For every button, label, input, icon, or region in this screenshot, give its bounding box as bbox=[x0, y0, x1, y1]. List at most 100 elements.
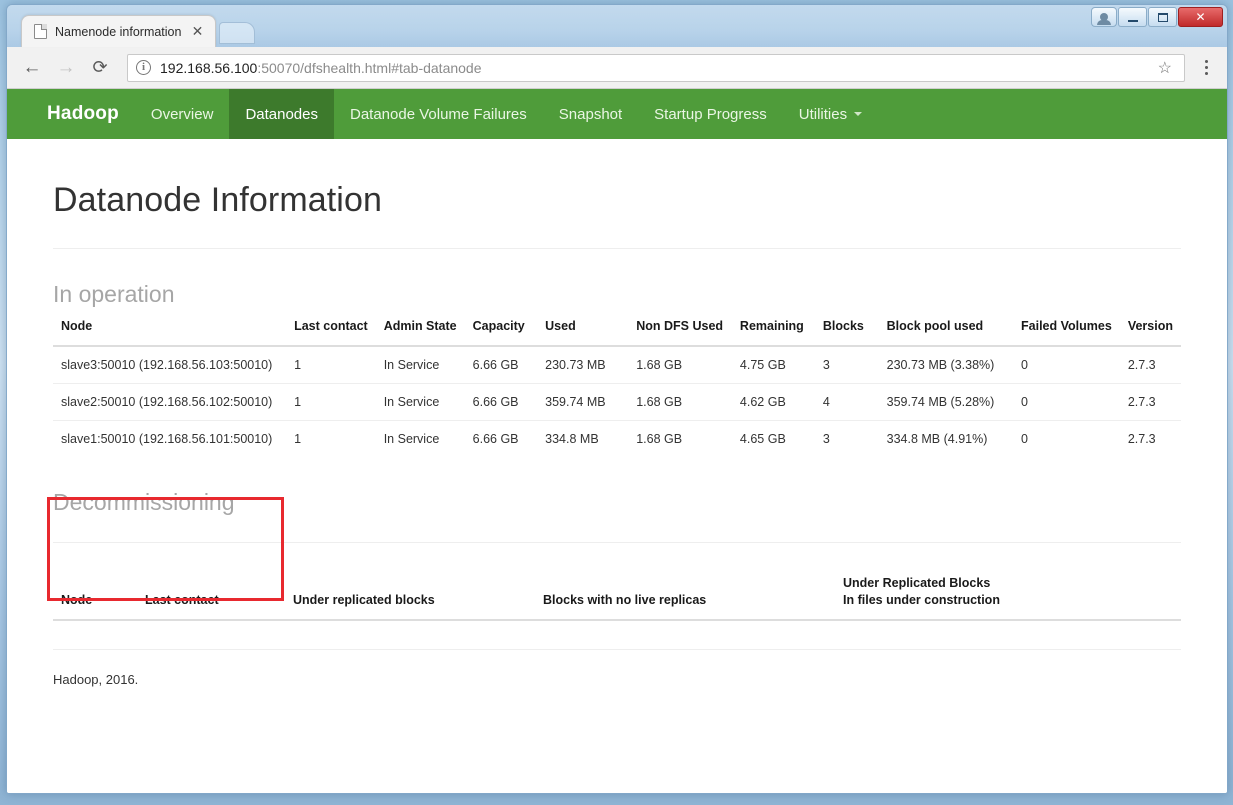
nav-item-datanodes[interactable]: Datanodes bbox=[229, 89, 334, 139]
cell-last-contact: 1 bbox=[286, 419, 376, 457]
footer-divider bbox=[53, 648, 1181, 650]
url-path: :50070/dfshealth.html#tab-datanode bbox=[257, 59, 482, 76]
nav-item-label: Datanode Volume Failures bbox=[350, 105, 527, 123]
page-footer: Hadoop, 2016. bbox=[53, 671, 139, 687]
chevron-down-icon bbox=[854, 112, 863, 116]
cell-last-contact: 1 bbox=[294, 357, 302, 372]
column-header-block-pool-used[interactable]: Block pool used bbox=[878, 308, 1014, 347]
site-info-icon[interactable]: i bbox=[136, 60, 151, 75]
browser-tab-namenode-information[interactable]: Namenode information ✕ bbox=[21, 15, 217, 47]
cell-used: 334.8 MB bbox=[537, 419, 629, 457]
cell-non-dfs-used: 1.68 GB bbox=[636, 357, 683, 372]
title-divider bbox=[53, 248, 1181, 249]
nav-item-label: Utilities bbox=[798, 105, 848, 123]
browser-window: Namenode information ✕ ✕ ← → ⟳ i 192.168… bbox=[6, 4, 1228, 794]
forward-button[interactable]: → bbox=[51, 53, 81, 83]
table-row[interactable]: slave1:50010 (192.168.56.101:50010) 1 In… bbox=[53, 419, 1181, 457]
nav-item-label: Overview bbox=[150, 105, 214, 123]
hadoop-navbar: Hadoop Overview Datanodes Datanode Volum… bbox=[7, 89, 1227, 139]
cell-blocks: 3 bbox=[822, 357, 830, 372]
cell-blocks: 3 bbox=[814, 419, 879, 457]
close-tab-icon[interactable]: ✕ bbox=[189, 23, 205, 40]
new-tab-button[interactable] bbox=[219, 22, 256, 44]
hadoop-brand[interactable]: Hadoop bbox=[43, 89, 135, 139]
column-header-node[interactable]: Node bbox=[53, 308, 287, 347]
cell-admin-state: In Service bbox=[375, 382, 465, 421]
column-header-line-1: Under Replicated Blocks bbox=[843, 575, 991, 590]
cell-remaining: 4.65 GB bbox=[731, 419, 815, 457]
section-title-decommissioning: Decommissioning bbox=[53, 488, 235, 515]
browser-toolbar: ← → ⟳ i 192.168.56.100:50070/dfshealth.h… bbox=[7, 47, 1227, 89]
maximize-button[interactable] bbox=[1148, 7, 1177, 27]
cell-used: 359.74 MB bbox=[537, 382, 629, 421]
user-account-button[interactable] bbox=[1091, 7, 1117, 27]
cell-remaining: 4.62 GB bbox=[731, 382, 815, 421]
nav-item-datanode-volume-failures[interactable]: Datanode Volume Failures bbox=[334, 89, 543, 139]
cell-version: 2.7.3 bbox=[1119, 382, 1181, 421]
cell-node[interactable]: slave1:50010 (192.168.56.101:50010) bbox=[53, 419, 287, 457]
column-header-last-contact[interactable]: Last contact bbox=[137, 564, 285, 621]
nav-item-snapshot[interactable]: Snapshot bbox=[543, 89, 638, 139]
bookmark-star-icon[interactable]: ☆ bbox=[1158, 58, 1176, 78]
window-controls: ✕ bbox=[1091, 7, 1223, 27]
cell-node[interactable]: slave3:50010 (192.168.56.103:50010) bbox=[53, 346, 286, 384]
column-header-blocks-with-no-live-replicas[interactable]: Blocks with no live replicas bbox=[535, 564, 835, 621]
column-header-non-dfs-used[interactable]: Non DFS Used bbox=[628, 308, 732, 347]
cell-capacity: 6.66 GB bbox=[472, 357, 519, 372]
page-title: Datanode Information bbox=[53, 181, 382, 219]
nav-item-overview[interactable]: Overview bbox=[135, 89, 230, 139]
maximize-icon bbox=[1157, 12, 1168, 22]
column-header-capacity[interactable]: Capacity bbox=[464, 308, 538, 347]
nav-item-utilities[interactable]: Utilities bbox=[783, 89, 878, 139]
minimize-icon bbox=[1127, 19, 1138, 22]
cell-capacity: 6.66 GB bbox=[464, 419, 538, 457]
table-row[interactable]: slave3:50010 (192.168.56.103:50010) 1 In… bbox=[53, 346, 1181, 384]
kebab-menu-icon[interactable] bbox=[1195, 60, 1217, 75]
table-header-row: Node Last contact Under replicated block… bbox=[53, 564, 1181, 621]
close-window-button[interactable]: ✕ bbox=[1178, 7, 1223, 27]
in-operation-table: Node Last contact Admin State Capacity U… bbox=[53, 308, 1181, 457]
column-header-under-replicated-blocks[interactable]: Under replicated blocks bbox=[285, 564, 535, 621]
section-title-in-operation: In operation bbox=[53, 281, 175, 307]
page-icon bbox=[34, 24, 47, 39]
column-header-version[interactable]: Version bbox=[1119, 308, 1181, 347]
cell-node[interactable]: slave2:50010 (192.168.56.102:50010) bbox=[53, 382, 287, 421]
address-bar[interactable]: i 192.168.56.100:50070/dfshealth.html#ta… bbox=[127, 53, 1185, 82]
reload-button[interactable]: ⟳ bbox=[85, 53, 115, 83]
cell-block-pool-used: 359.74 MB (5.28%) bbox=[878, 382, 1014, 421]
cell-admin-state: In Service bbox=[375, 419, 465, 457]
person-icon bbox=[1097, 13, 1111, 25]
column-header-line-2: In files under construction bbox=[843, 592, 1000, 607]
column-header-node[interactable]: Node bbox=[53, 564, 137, 621]
nav-item-label: Startup Progress bbox=[654, 105, 767, 123]
cell-capacity: 6.66 GB bbox=[464, 382, 538, 421]
cell-failed-volumes: 0 bbox=[1013, 382, 1120, 421]
column-header-used[interactable]: Used bbox=[537, 308, 629, 347]
minimize-button[interactable] bbox=[1118, 7, 1147, 27]
table-header-row: Node Last contact Admin State Capacity U… bbox=[53, 308, 1181, 347]
cell-failed-volumes: 0 bbox=[1021, 357, 1028, 372]
column-header-remaining[interactable]: Remaining bbox=[731, 308, 815, 347]
decommissioning-divider bbox=[53, 541, 1181, 543]
cell-remaining: 4.75 GB bbox=[739, 357, 786, 372]
column-header-last-contact[interactable]: Last contact bbox=[286, 308, 376, 347]
table-row[interactable]: slave2:50010 (192.168.56.102:50010) 1 In… bbox=[53, 382, 1181, 421]
cell-version: 2.7.3 bbox=[1127, 357, 1156, 372]
column-header-blocks[interactable]: Blocks bbox=[814, 308, 879, 347]
cell-failed-volumes: 0 bbox=[1013, 419, 1120, 457]
cell-non-dfs-used: 1.68 GB bbox=[628, 382, 732, 421]
cell-used: 230.73 MB bbox=[545, 357, 606, 372]
nav-item-label: Datanodes bbox=[245, 105, 318, 123]
browser-titlebar: Namenode information ✕ ✕ bbox=[7, 5, 1227, 47]
cell-admin-state: In Service bbox=[383, 357, 440, 372]
cell-version: 2.7.3 bbox=[1119, 419, 1181, 457]
nav-item-startup-progress[interactable]: Startup Progress bbox=[638, 89, 783, 139]
column-header-failed-volumes[interactable]: Failed Volumes bbox=[1013, 308, 1120, 347]
back-button[interactable]: ← bbox=[17, 53, 47, 83]
page-viewport: Hadoop Overview Datanodes Datanode Volum… bbox=[7, 89, 1227, 793]
column-header-admin-state[interactable]: Admin State bbox=[375, 308, 465, 347]
nav-item-label: Snapshot bbox=[558, 105, 623, 123]
column-header-under-replicated-blocks-in-files-under-construction[interactable]: Under Replicated Blocks In files under c… bbox=[835, 564, 1181, 621]
cell-last-contact: 1 bbox=[286, 382, 376, 421]
page-content: Datanode Information In operation Node L… bbox=[7, 181, 1227, 687]
